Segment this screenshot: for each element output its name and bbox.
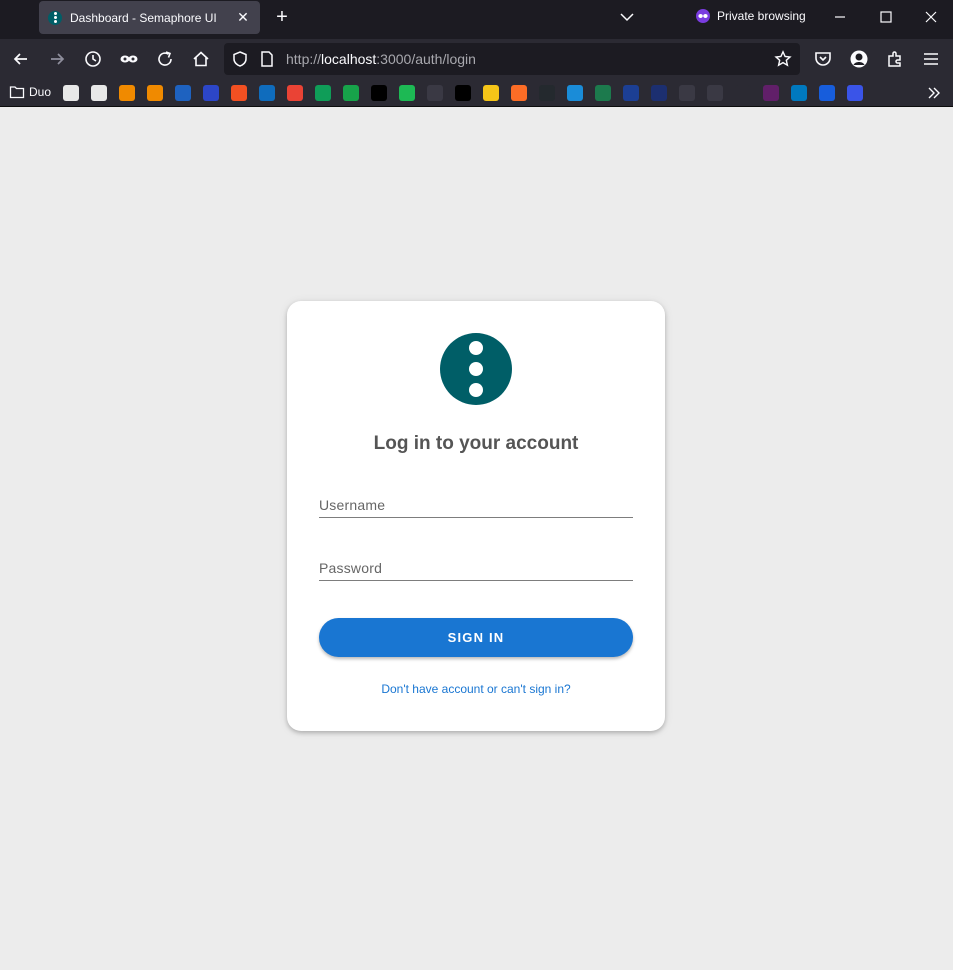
close-window-icon[interactable] xyxy=(922,8,940,26)
menu-hamburger-icon[interactable] xyxy=(921,49,941,69)
chevron-down-icon[interactable] xyxy=(618,8,636,26)
home-icon[interactable] xyxy=(191,49,211,69)
blank-page-icon[interactable] xyxy=(707,85,723,101)
orange-cluster-icon[interactable] xyxy=(147,85,163,101)
history-clock-icon[interactable] xyxy=(83,49,103,69)
page-info-icon[interactable] xyxy=(258,50,276,68)
globe-icon[interactable] xyxy=(735,85,751,101)
private-browsing-indicator: Private browsing xyxy=(696,9,806,23)
penguin-icon[interactable] xyxy=(63,85,79,101)
address-bar[interactable]: http://localhost:3000/auth/login xyxy=(224,43,800,75)
extensions-puzzle-icon[interactable] xyxy=(885,49,905,69)
me-icon[interactable] xyxy=(427,85,443,101)
login-card: Log in to your account SIGN IN Don't hav… xyxy=(287,301,665,731)
github-icon[interactable] xyxy=(539,85,555,101)
username-field xyxy=(319,490,633,518)
pocket-icon[interactable] xyxy=(813,49,833,69)
microsoft-icon[interactable] xyxy=(231,85,247,101)
semaphore-favicon-icon xyxy=(48,10,62,25)
semaphore-logo-icon xyxy=(440,333,512,405)
infinity-icon[interactable] xyxy=(119,85,135,101)
bookmark-folder-label: Duo xyxy=(29,85,52,99)
tux-icon[interactable] xyxy=(483,85,499,101)
pro-icon[interactable] xyxy=(651,85,667,101)
minimize-icon[interactable] xyxy=(831,8,849,26)
dots-icon[interactable] xyxy=(455,85,471,101)
trello-icon[interactable] xyxy=(791,85,807,101)
account-avatar-icon[interactable] xyxy=(849,49,869,69)
translate-icon[interactable] xyxy=(847,85,863,101)
tab-title: Dashboard - Semaphore UI xyxy=(70,10,217,25)
emblem-icon[interactable] xyxy=(595,85,611,101)
back-arrow-icon[interactable] xyxy=(11,49,31,69)
gitlab-icon[interactable] xyxy=(511,85,527,101)
x-icon[interactable] xyxy=(371,85,387,101)
oth-icon[interactable] xyxy=(175,85,191,101)
forward-arrow-icon[interactable] xyxy=(47,49,67,69)
private-mask-icon xyxy=(696,9,710,23)
login-title: Log in to your account xyxy=(373,433,579,454)
private-browsing-label: Private browsing xyxy=(717,9,806,23)
password-input[interactable] xyxy=(319,553,633,580)
location-pin-icon[interactable] xyxy=(203,85,219,101)
bookmarks-toolbar: Duo xyxy=(0,80,953,107)
browser-tab[interactable]: Dashboard - Semaphore UI ✕ xyxy=(39,1,260,34)
edge-icon[interactable] xyxy=(567,85,583,101)
folder-icon xyxy=(9,86,25,99)
sign-in-button[interactable]: SIGN IN xyxy=(319,618,633,657)
maximize-icon[interactable] xyxy=(877,8,895,26)
browser-titlebar: Dashboard - Semaphore UI ✕ + Private bro… xyxy=(0,0,953,39)
spotify-icon[interactable] xyxy=(399,85,415,101)
binary-icon[interactable] xyxy=(679,85,695,101)
close-tab-icon[interactable]: ✕ xyxy=(235,9,251,25)
browser-navbar: http://localhost:3000/auth/login xyxy=(0,39,953,80)
green-flag-icon[interactable] xyxy=(315,85,331,101)
bitwarden-icon[interactable] xyxy=(819,85,835,101)
new-tab-button[interactable]: + xyxy=(271,7,293,29)
q-icon[interactable] xyxy=(343,85,359,101)
o-icon[interactable] xyxy=(623,85,639,101)
password-field xyxy=(319,553,633,581)
help-link[interactable]: Don't have account or can't sign in? xyxy=(287,682,665,696)
bookmark-folder-duo[interactable]: Duo xyxy=(9,85,51,99)
gmail-icon[interactable] xyxy=(287,85,303,101)
slack-icon[interactable] xyxy=(763,85,779,101)
penguin-icon[interactable] xyxy=(91,85,107,101)
private-mask-icon[interactable] xyxy=(119,49,139,69)
shield-icon[interactable] xyxy=(231,50,249,68)
chevron-double-right-icon[interactable] xyxy=(926,85,942,101)
url-text[interactable]: http://localhost:3000/auth/login xyxy=(286,51,476,67)
bookmark-star-icon[interactable] xyxy=(774,50,792,68)
outlook-icon[interactable] xyxy=(259,85,275,101)
reload-icon[interactable] xyxy=(155,49,175,69)
username-input[interactable] xyxy=(319,490,633,517)
